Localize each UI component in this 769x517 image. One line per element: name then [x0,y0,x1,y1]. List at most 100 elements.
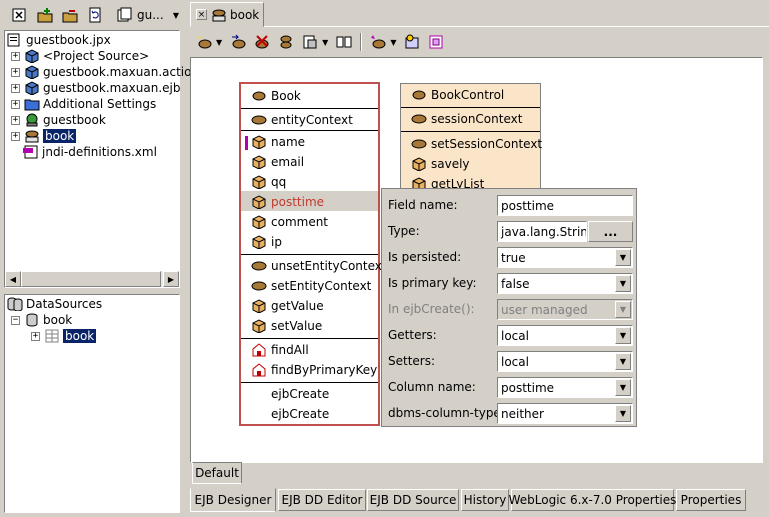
tab-history[interactable]: History [461,489,509,511]
tree-item-book-table[interactable]: + book [31,328,97,344]
chevron-down-icon[interactable]: ▼ [615,405,631,422]
member-label: setSessionContext [431,137,543,151]
method-row[interactable]: unsetEntityContext [251,256,387,276]
scroll-thumb[interactable] [21,271,161,287]
datasources-tree[interactable]: DataSources − book + book [4,294,180,513]
new-bean-icon[interactable] [192,32,216,52]
primary-key-select[interactable]: false ▼ [497,273,633,294]
scroll-left-icon[interactable]: ◀ [5,271,21,287]
dbms-type-select[interactable]: neither ▼ [497,403,633,424]
finder-row[interactable]: findAll [251,340,309,360]
tree-item-project-source[interactable]: + <Project Source> [11,48,149,64]
tab-ejb-designer[interactable]: EJB Designer [190,488,276,512]
entity-context-row[interactable]: entityContext [251,110,353,130]
expand-icon[interactable]: + [11,115,20,125]
expand-icon[interactable]: + [11,131,20,141]
getters-select[interactable]: local ▼ [497,325,633,346]
field-row-qq[interactable]: qq [251,172,286,192]
close-project-icon[interactable] [10,5,30,25]
type-label: Type: [388,224,420,238]
tree-item-project[interactable]: guestbook.jpx [7,32,111,48]
tree-item-datasources[interactable]: DataSources [7,296,102,312]
arrange-icon[interactable] [332,32,356,52]
entity-bean-icon [252,91,266,101]
expand-icon[interactable]: + [11,51,20,61]
close-tab-icon[interactable]: × [196,9,207,20]
session-bean-bookcontrol[interactable]: BookControl sessionContext setSessionCon… [400,83,542,193]
member-label: ejbCreate [271,407,330,421]
tree-item-guestbook[interactable]: + guestbook [11,112,106,128]
entity-bean-book[interactable]: Book entityContext name email qq posttim… [239,82,387,426]
expand-icon[interactable]: + [11,99,20,109]
designer-toolbar: ▼ ▼ ▼ [192,30,762,54]
chevron-down-icon[interactable]: ▼ [216,38,222,47]
tab-properties[interactable]: Properties [676,489,746,511]
setters-select[interactable]: local ▼ [497,351,633,372]
method-row[interactable]: setValue [251,316,322,336]
chevron-down-icon[interactable]: ▼ [322,38,328,47]
import-bean-icon[interactable] [226,32,250,52]
project-tree[interactable]: guestbook.jpx + <Project Source> + guest… [4,30,191,288]
field-row-name[interactable]: name [251,132,305,152]
view-icon[interactable] [298,32,322,52]
wizard-icon[interactable] [366,32,390,52]
creator-row[interactable]: ejbCreate [271,384,329,404]
chevron-down-icon[interactable]: ▼ [615,353,631,370]
entity-title[interactable]: Book [251,86,301,106]
tab-ejb-dd-source[interactable]: EJB DD Source [367,489,459,511]
field-row-ip[interactable]: ip [251,232,282,252]
panel-splitter[interactable] [0,290,182,293]
session-title-label: BookControl [431,88,505,102]
document-tab-book[interactable]: × book [190,2,264,27]
chevron-down-icon[interactable]: ▼ [615,249,631,266]
scroll-right-icon[interactable]: ▶ [163,271,179,287]
remove-file-icon[interactable] [60,5,80,25]
tree-item-jndi[interactable]: jndi-definitions.xml [23,144,157,160]
field-row-email[interactable]: email [251,152,304,172]
chevron-down-icon[interactable]: ▼ [615,275,631,292]
type-browse-button[interactable]: ... [588,221,633,242]
session-method-row[interactable]: savely [411,154,470,174]
finder-row[interactable]: findByPrimaryKey [251,360,377,380]
session-context-row[interactable]: sessionContext [411,109,522,129]
tab-label: book [230,7,260,22]
designer-canvas[interactable]: Book entityContext name email qq posttim… [190,57,763,463]
view-tab-default[interactable]: Default [192,462,242,484]
field-name-input[interactable]: posttime [497,195,633,216]
test-client-icon[interactable] [400,32,424,52]
tree-label: guestbook [43,113,106,127]
type-input[interactable]: java.lang.String [497,221,587,242]
expand-icon[interactable]: + [31,331,40,341]
column-name-select[interactable]: posttime ▼ [497,377,633,398]
chevron-down-icon[interactable]: ▼ [615,379,631,396]
deploy-icon[interactable] [424,32,448,52]
field-row-comment[interactable]: comment [251,212,328,232]
expand-icon[interactable]: + [11,67,20,77]
expand-icon[interactable]: + [11,83,20,93]
refresh-icon[interactable] [85,5,105,25]
tree-item-book[interactable]: + book [11,128,77,144]
tree-item-ejb-package[interactable]: + guestbook.maxuan.ejb [11,80,180,96]
field-row-posttime[interactable]: posttime [251,192,324,212]
add-field-icon[interactable] [274,32,298,52]
chevron-down-icon[interactable]: ▼ [390,38,396,47]
method-row[interactable]: setEntityContext [251,276,371,296]
creator-row[interactable]: ejbCreate [271,404,329,424]
tab-ejb-dd-editor[interactable]: EJB DD Editor [278,489,366,511]
tree-item-additional-settings[interactable]: + Additional Settings [11,96,156,112]
session-method-row[interactable]: setSessionContext [411,134,542,154]
chevron-down-icon[interactable]: ▼ [615,327,631,344]
method-row[interactable]: getValue [251,296,324,316]
tab-weblogic-properties[interactable]: WebLogic 6.x-7.0 Properties [509,489,676,511]
persisted-select[interactable]: true ▼ [497,247,633,268]
field-icon [252,235,266,249]
selected-member-label: posttime [271,195,325,209]
project-combo[interactable]: gu... ▼ [117,5,179,25]
horizontal-scrollbar[interactable]: ◀ ▶ [5,271,179,287]
add-file-icon[interactable] [35,5,55,25]
collapse-icon[interactable]: − [11,315,20,325]
tree-item-book-datasource[interactable]: − book [11,312,72,328]
delete-bean-icon[interactable] [250,32,274,52]
session-title[interactable]: BookControl [411,85,504,105]
tree-item-action-package[interactable]: + guestbook.maxuan.actio [11,64,191,80]
